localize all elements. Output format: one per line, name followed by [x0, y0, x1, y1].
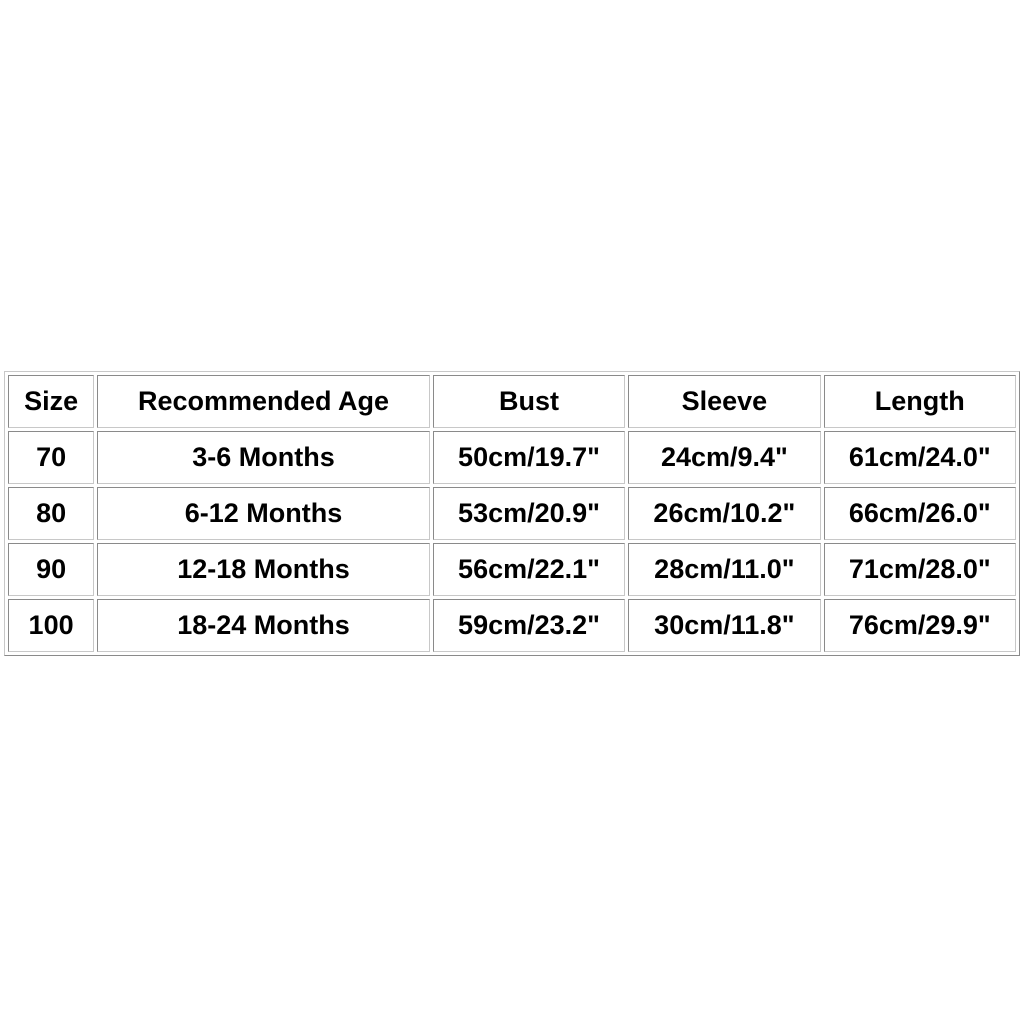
cell-size: 70: [8, 431, 95, 484]
cell-bust: 53cm/20.9": [432, 487, 626, 540]
cell-sleeve: 28cm/11.0": [628, 543, 821, 596]
cell-size: 100: [8, 599, 95, 652]
table-row: 100 18-24 Months 59cm/23.2" 30cm/11.8" 7…: [8, 599, 1016, 652]
cell-recommended-age: 12-18 Months: [97, 543, 430, 596]
cell-length: 66cm/26.0": [823, 487, 1016, 540]
cell-sleeve: 24cm/9.4": [628, 431, 821, 484]
header-size: Size: [8, 375, 95, 428]
header-bust: Bust: [432, 375, 626, 428]
header-sleeve: Sleeve: [628, 375, 821, 428]
cell-length: 71cm/28.0": [823, 543, 1016, 596]
size-chart-table: Size Recommended Age Bust Sleeve Length …: [4, 371, 1020, 656]
header-recommended-age: Recommended Age: [97, 375, 430, 428]
table-row: 90 12-18 Months 56cm/22.1" 28cm/11.0" 71…: [8, 543, 1016, 596]
header-length: Length: [823, 375, 1016, 428]
table-row: 70 3-6 Months 50cm/19.7" 24cm/9.4" 61cm/…: [8, 431, 1016, 484]
header-row: Size Recommended Age Bust Sleeve Length: [8, 375, 1016, 428]
cell-bust: 59cm/23.2": [432, 599, 626, 652]
table-row: 80 6-12 Months 53cm/20.9" 26cm/10.2" 66c…: [8, 487, 1016, 540]
cell-length: 61cm/24.0": [823, 431, 1016, 484]
cell-bust: 50cm/19.7": [432, 431, 626, 484]
cell-size: 80: [8, 487, 95, 540]
cell-recommended-age: 3-6 Months: [97, 431, 430, 484]
cell-length: 76cm/29.9": [823, 599, 1016, 652]
cell-recommended-age: 6-12 Months: [97, 487, 430, 540]
cell-bust: 56cm/22.1": [432, 543, 626, 596]
cell-sleeve: 26cm/10.2": [628, 487, 821, 540]
cell-size: 90: [8, 543, 95, 596]
cell-recommended-age: 18-24 Months: [97, 599, 430, 652]
cell-sleeve: 30cm/11.8": [628, 599, 821, 652]
